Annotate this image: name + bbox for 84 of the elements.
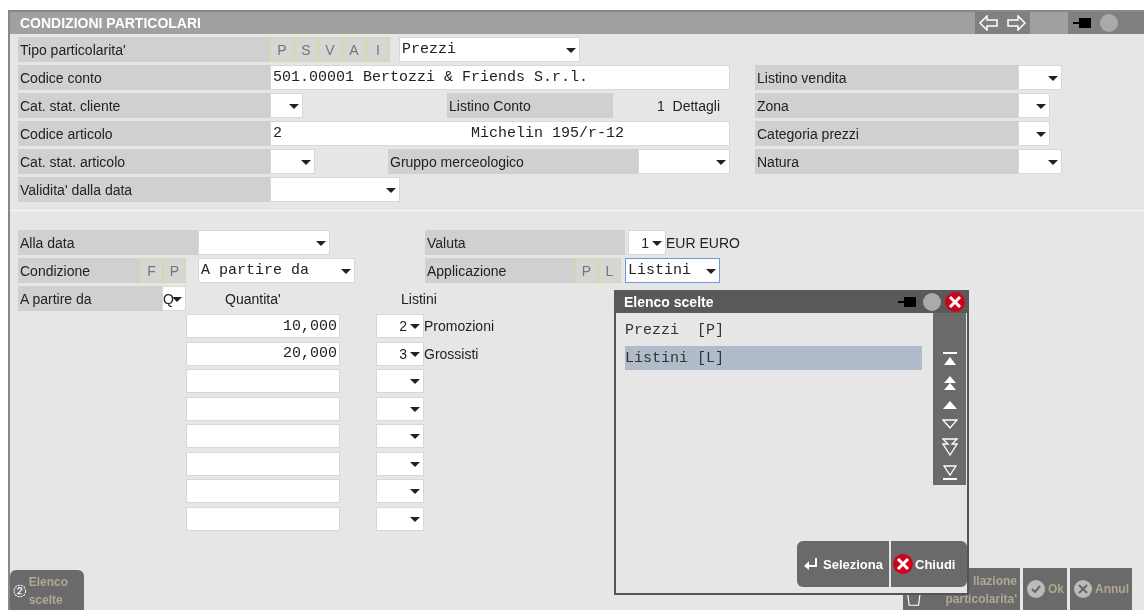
page-down-icon[interactable] — [941, 438, 958, 456]
quantity-field[interactable]: 20,000 — [186, 341, 340, 366]
dropdown-field[interactable] — [1018, 93, 1050, 118]
window-title: CONDIZIONI PARTICOLARI — [19, 15, 202, 31]
quantity-field[interactable] — [186, 506, 340, 531]
type-toggle[interactable]: A — [342, 37, 366, 62]
field-label: A partire da — [18, 286, 162, 311]
dropdown-field[interactable] — [1018, 65, 1062, 90]
select-button[interactable]: Seleziona — [797, 541, 889, 587]
type-dropdown[interactable]: Prezzi — [399, 37, 580, 62]
down-arrow-icon[interactable] — [941, 419, 958, 429]
field-label: Codice articolo — [18, 121, 270, 146]
application-dropdown[interactable]: Listini — [625, 258, 720, 283]
close-button[interactable]: Chiudi — [891, 541, 967, 587]
condition-dropdown[interactable]: A partire da — [198, 258, 355, 283]
field-label: Alla data — [18, 230, 198, 255]
up-arrow-icon[interactable] — [941, 400, 958, 410]
quantity-field[interactable] — [186, 424, 340, 448]
pin-icon[interactable] — [1072, 17, 1094, 29]
dropdown-field[interactable] — [270, 149, 315, 174]
type-toggle[interactable]: P — [270, 37, 294, 62]
basis-dropdown[interactable]: Q — [162, 286, 186, 311]
close-icon[interactable] — [945, 291, 965, 312]
application-toggle[interactable]: P — [575, 258, 598, 283]
field-label: Zona — [755, 93, 1018, 118]
field-label: Valuta — [425, 230, 625, 255]
first-page-icon[interactable] — [941, 352, 958, 366]
choice-item[interactable]: Listini [L] — [625, 346, 922, 370]
field-label: Tipo particolarita' — [18, 37, 270, 62]
currency-dropdown[interactable]: 1 — [628, 230, 666, 255]
field-label: Gruppo merceologico — [388, 149, 638, 174]
field-label: Applicazione — [425, 258, 575, 283]
type-toggle[interactable]: I — [366, 37, 390, 62]
last-page-icon[interactable] — [941, 465, 958, 481]
price-list-name: Grossisti — [424, 344, 479, 364]
forward-arrow-icon[interactable] — [1006, 15, 1027, 31]
quantity-field[interactable] — [186, 369, 340, 393]
back-arrow-icon[interactable] — [978, 15, 999, 31]
account-field[interactable]: 501.00001 Bertozzi & Friends S.r.l. — [270, 65, 730, 90]
condition-toggle[interactable]: P — [163, 258, 186, 283]
currency-name: EUR EURO — [666, 233, 740, 253]
field-label: Categoria prezzi — [755, 121, 1018, 146]
dropdown-field[interactable] — [638, 149, 730, 174]
price-list-value: 1 Dettagli — [655, 96, 721, 116]
cross-icon — [1073, 579, 1093, 599]
article-field[interactable]: 2 Michelin 195/r-12 — [270, 121, 730, 146]
column-header: Listini — [401, 289, 437, 309]
field-label: Condizione — [18, 258, 140, 283]
dropdown-field[interactable] — [1018, 149, 1062, 174]
price-list-dropdown[interactable] — [376, 424, 424, 448]
column-header: Quantita' — [225, 289, 282, 309]
circle-icon[interactable] — [1100, 14, 1118, 32]
condition-toggle[interactable]: F — [140, 258, 163, 283]
choice-item[interactable]: Prezzi [P] — [625, 318, 922, 342]
price-list-dropdown[interactable] — [376, 451, 424, 476]
price-list-name: Promozioni — [424, 317, 495, 336]
dropdown-field[interactable] — [270, 93, 303, 118]
page-up-icon[interactable] — [941, 375, 958, 391]
quantity-field[interactable] — [186, 479, 340, 503]
pin-icon[interactable] — [897, 295, 919, 308]
quantity-field[interactable] — [186, 396, 340, 421]
field-label: Codice conto — [18, 65, 270, 90]
field-label: Cat. stat. cliente — [18, 93, 270, 118]
field-label: Listino Conto — [447, 93, 613, 118]
type-toggle[interactable]: S — [294, 37, 318, 62]
price-list-dropdown[interactable] — [376, 396, 424, 421]
popup-title: Elenco scelte — [624, 293, 715, 310]
enter-icon — [803, 557, 819, 571]
field-label: Cat. stat. articolo — [18, 149, 270, 174]
price-list-dropdown[interactable] — [376, 369, 424, 393]
check-icon — [1026, 579, 1046, 599]
quantity-field[interactable] — [186, 451, 340, 476]
quantity-field[interactable]: 10,000 — [186, 314, 340, 338]
price-list-dropdown[interactable]: 2 — [376, 314, 424, 338]
price-list-dropdown[interactable] — [376, 506, 424, 531]
application-toggle[interactable]: L — [598, 258, 621, 283]
dropdown-field[interactable] — [1018, 121, 1050, 146]
field-label: Validita' dalla data — [18, 177, 270, 202]
field-label: Natura — [755, 149, 1018, 174]
price-list-dropdown[interactable]: 3 — [376, 341, 424, 366]
close-icon — [893, 554, 913, 574]
price-list-dropdown[interactable] — [376, 479, 424, 503]
field-label: Listino vendita — [755, 65, 1018, 90]
type-toggle[interactable]: V — [318, 37, 342, 62]
